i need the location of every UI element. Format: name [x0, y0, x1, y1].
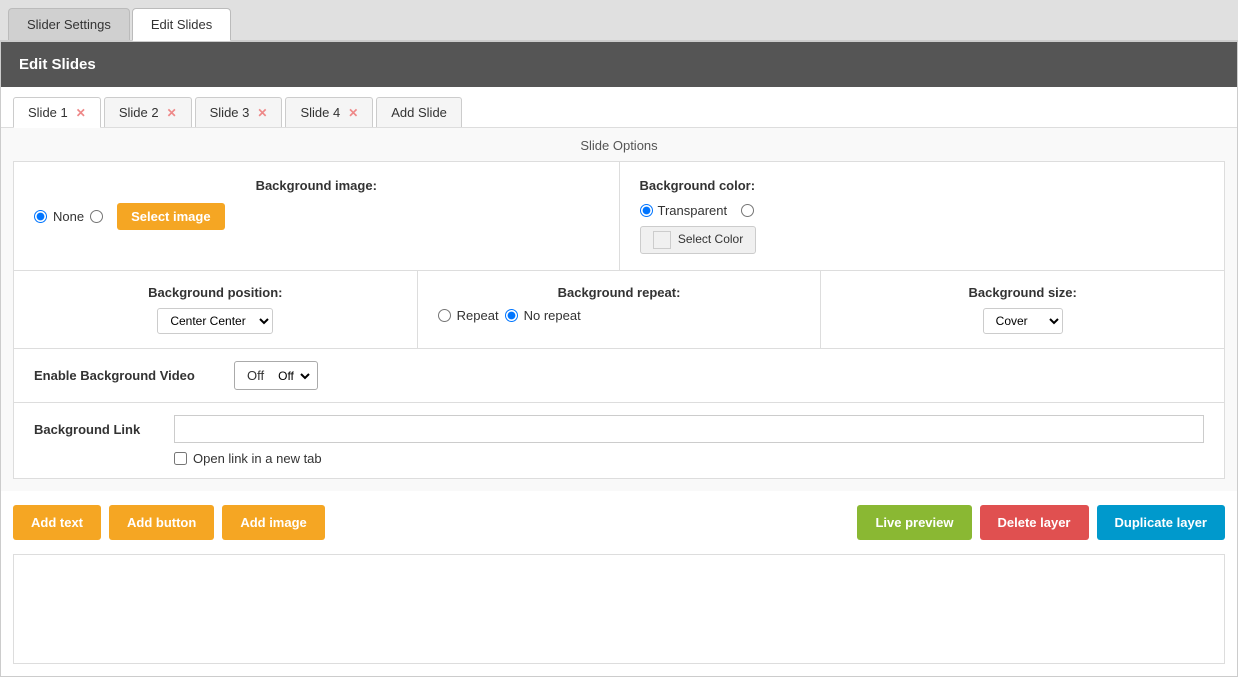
- slide-tab-4-close[interactable]: ✕: [348, 106, 358, 120]
- tab-edit-slides[interactable]: Edit Slides: [132, 8, 231, 41]
- open-in-new-tab-label: Open link in a new tab: [193, 451, 322, 466]
- color-swatch: [653, 231, 671, 249]
- bg-video-select[interactable]: Off On: [272, 366, 313, 386]
- background-link-row: Background Link Open link in a new tab: [13, 403, 1225, 479]
- add-image-button[interactable]: Add image: [222, 505, 324, 540]
- options-middle-row: Background position: Center Center Top L…: [13, 271, 1225, 349]
- select-image-button[interactable]: Select image: [117, 203, 225, 230]
- delete-layer-button[interactable]: Delete layer: [980, 505, 1089, 540]
- duplicate-layer-button[interactable]: Duplicate layer: [1097, 505, 1226, 540]
- action-buttons-row: Add text Add button Add image Live previ…: [1, 491, 1237, 554]
- enable-bg-video-label: Enable Background Video: [34, 368, 234, 383]
- slide-options-title: Slide Options: [13, 128, 1225, 161]
- slide-tab-3-label: Slide 3: [210, 105, 250, 120]
- background-color-cell: Background color: Transparent Select Col…: [620, 162, 1225, 270]
- top-tab-bar: Slider Settings Edit Slides: [0, 0, 1238, 41]
- slide-tab-1[interactable]: Slide 1 ✕: [13, 97, 101, 128]
- slide-options-section: Slide Options Background image: None Sel…: [1, 128, 1237, 491]
- live-preview-button[interactable]: Live preview: [857, 505, 971, 540]
- bg-size-label: Background size:: [841, 285, 1204, 300]
- transparent-radio-row: Transparent: [640, 203, 1205, 218]
- slide-tab-3-close[interactable]: ✕: [257, 106, 267, 120]
- slide-tab-2[interactable]: Slide 2 ✕: [104, 97, 192, 127]
- slide-tab-2-close[interactable]: ✕: [167, 106, 177, 120]
- enable-bg-video-row: Enable Background Video Off Off On: [13, 349, 1225, 403]
- bg-image-radio-row: None Select image: [34, 203, 599, 230]
- bg-repeat-label-text: Repeat: [457, 308, 499, 323]
- bg-color-custom-radio[interactable]: [741, 204, 754, 217]
- bg-image-select-radio[interactable]: [90, 210, 103, 223]
- background-position-cell: Background position: Center Center Top L…: [14, 271, 418, 348]
- add-button-button[interactable]: Add button: [109, 505, 214, 540]
- link-input-row: Background Link: [34, 415, 1204, 443]
- bg-image-label: Background image:: [34, 178, 599, 193]
- bg-repeat-radio[interactable]: [438, 309, 451, 322]
- bg-color-transparent-radio[interactable]: [640, 204, 653, 217]
- bg-link-label: Background Link: [34, 422, 174, 437]
- select-color-label: Select Color: [678, 232, 743, 246]
- bg-link-input[interactable]: [174, 415, 1204, 443]
- open-in-new-tab-row: Open link in a new tab: [174, 451, 1204, 466]
- canvas-area: [13, 554, 1225, 664]
- bg-video-off-label: Off: [239, 364, 272, 387]
- background-image-cell: Background image: None Select image: [14, 162, 620, 270]
- bg-no-repeat-radio[interactable]: [505, 309, 518, 322]
- bg-color-transparent-label: Transparent: [658, 203, 728, 218]
- bg-repeat-radio-row: Repeat No repeat: [438, 308, 801, 323]
- edit-slides-header: Edit Slides: [1, 42, 1237, 87]
- add-text-button[interactable]: Add text: [13, 505, 101, 540]
- slide-tabs: Slide 1 ✕ Slide 2 ✕ Slide 3 ✕ Slide 4 ✕ …: [1, 87, 1237, 128]
- slide-tab-1-close[interactable]: ✕: [76, 106, 86, 120]
- background-size-cell: Background size: Cover Auto Contain: [821, 271, 1224, 348]
- background-repeat-cell: Background repeat: Repeat No repeat: [418, 271, 822, 348]
- slide-tab-4[interactable]: Slide 4 ✕: [285, 97, 373, 127]
- slide-tab-4-label: Slide 4: [300, 105, 340, 120]
- left-action-buttons: Add text Add button Add image: [13, 505, 325, 540]
- bg-position-select[interactable]: Center Center Top Left Top Center Top Ri…: [157, 308, 273, 334]
- bg-image-none-radio[interactable]: [34, 210, 47, 223]
- bg-image-none-label: None: [53, 209, 84, 224]
- open-in-new-tab-checkbox[interactable]: [174, 452, 187, 465]
- slide-tab-3[interactable]: Slide 3 ✕: [195, 97, 283, 127]
- bg-color-label: Background color:: [640, 178, 1205, 193]
- main-container: Edit Slides Slide 1 ✕ Slide 2 ✕ Slide 3 …: [0, 41, 1238, 677]
- bg-position-label: Background position:: [34, 285, 397, 300]
- add-slide-tab[interactable]: Add Slide: [376, 97, 462, 127]
- right-action-buttons: Live preview Delete layer Duplicate laye…: [857, 505, 1225, 540]
- select-color-button[interactable]: Select Color: [640, 226, 757, 254]
- options-top-row: Background image: None Select image Back…: [13, 161, 1225, 271]
- slide-tab-1-label: Slide 1: [28, 105, 68, 120]
- bg-video-select-wrapper: Off Off On: [234, 361, 318, 390]
- slide-tab-2-label: Slide 2: [119, 105, 159, 120]
- bg-repeat-label: Background repeat:: [438, 285, 801, 300]
- tab-slider-settings[interactable]: Slider Settings: [8, 8, 130, 40]
- bg-no-repeat-label-text: No repeat: [524, 308, 581, 323]
- bg-size-select[interactable]: Cover Auto Contain: [983, 308, 1063, 334]
